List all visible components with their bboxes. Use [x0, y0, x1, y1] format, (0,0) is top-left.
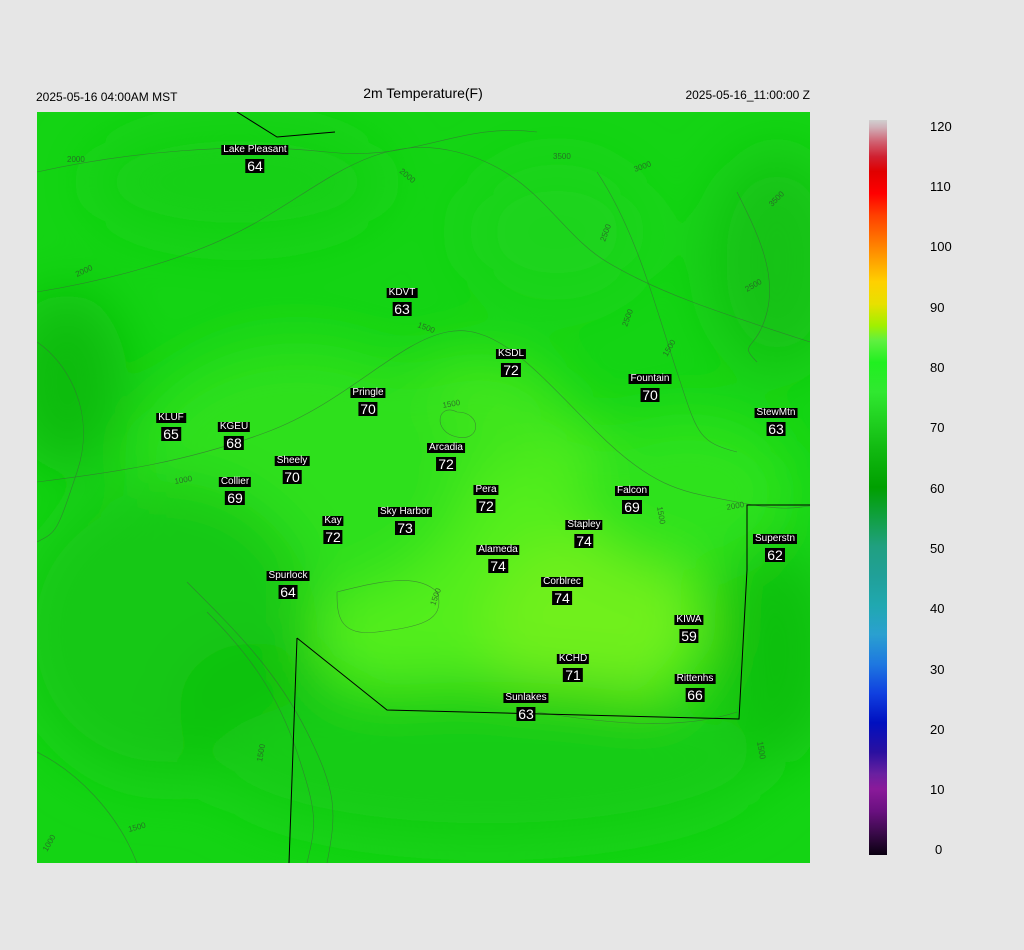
station-collier[interactable]: Collier 69: [218, 471, 252, 506]
station-pringle[interactable]: Pringle 70: [350, 382, 386, 417]
station-lake-pleasant[interactable]: Lake Pleasant 64: [221, 139, 289, 174]
colorbar-tick: 110: [930, 179, 951, 194]
station-value: 64: [245, 158, 265, 174]
station-superstn[interactable]: Superstn 62: [752, 528, 798, 563]
station-value: 73: [395, 520, 415, 536]
colorbar-tick: 70: [930, 420, 945, 435]
colorbar-tick: 60: [930, 481, 945, 496]
station-name: KGEU: [217, 421, 251, 432]
station-alameda[interactable]: Alameda 74: [476, 539, 520, 574]
station-kchd[interactable]: KCHD 71: [556, 648, 590, 683]
station-name: Rittenhs: [674, 673, 716, 684]
station-value: 68: [224, 435, 244, 451]
station-value: 62: [765, 547, 785, 563]
station-value: 69: [622, 499, 642, 515]
station-value: 65: [161, 426, 181, 442]
station-rittenhs[interactable]: Rittenhs 66: [674, 668, 716, 703]
station-falcon[interactable]: Falcon 69: [614, 480, 650, 515]
colorbar-tick: 20: [930, 722, 945, 737]
station-value: 64: [278, 584, 298, 600]
colorbar-tick: 0: [935, 842, 943, 857]
contour-label: 2000: [67, 155, 85, 164]
station-corblrec[interactable]: Corblrec 74: [541, 571, 583, 605]
station-name: Sunlakes: [503, 692, 549, 703]
colorbar-tick: 50: [930, 541, 945, 556]
station-ksdl[interactable]: KSDL 72: [495, 343, 527, 378]
station-name: Spurlock: [266, 570, 310, 581]
valid-time-utc: 2025-05-16_11:00:00 Z: [685, 88, 810, 102]
station-spurlock[interactable]: Spurlock 64: [266, 565, 310, 600]
station-name: Sheely: [274, 455, 310, 466]
station-name: StewMtn: [754, 407, 798, 418]
colorbar-tick: 40: [930, 601, 945, 616]
station-name: KLUF: [156, 412, 186, 423]
station-value: 74: [574, 533, 594, 549]
station-value: 72: [436, 456, 456, 472]
station-value: 59: [679, 628, 699, 644]
station-name: Alameda: [476, 544, 520, 555]
station-value: 63: [516, 706, 536, 722]
colorbar-tick: 120: [930, 119, 952, 134]
colorbar-tick: 30: [930, 662, 945, 677]
station-value: 71: [563, 667, 583, 683]
station-kay[interactable]: Kay 72: [322, 510, 344, 545]
colorbar-tick: 80: [930, 360, 945, 375]
station-name: Falcon: [614, 485, 650, 496]
station-stewmtn[interactable]: StewMtn 63: [754, 402, 798, 437]
station-name: Pringle: [350, 387, 386, 398]
station-kgeu[interactable]: KGEU 68: [217, 416, 251, 451]
station-name: KCHD: [556, 653, 590, 664]
station-value: 70: [640, 387, 660, 403]
station-value: 74: [552, 590, 572, 606]
colorbar-tick: 100: [930, 239, 952, 254]
station-name: Arcadia: [427, 442, 465, 453]
station-name: Pera: [473, 484, 499, 495]
station-value: 66: [685, 687, 705, 703]
station-value: 72: [476, 498, 496, 514]
station-fountain[interactable]: Fountain 70: [628, 368, 672, 403]
station-name: Corblrec: [541, 576, 583, 587]
station-value: 63: [766, 421, 786, 437]
station-kluf[interactable]: KLUF 65: [156, 407, 186, 441]
station-name: Superstn: [752, 533, 798, 544]
temperature-colorbar: [869, 120, 887, 855]
station-sky-harbor[interactable]: Sky Harbor 73: [377, 501, 433, 536]
station-value: 63: [392, 301, 412, 317]
station-name: Collier: [218, 476, 252, 487]
colorbar-tick: 10: [930, 782, 945, 797]
station-arcadia[interactable]: Arcadia 72: [427, 437, 465, 471]
temperature-field: 2000 2000 3500 3000 2500 3500 2500 2000 …: [37, 112, 810, 863]
station-name: Lake Pleasant: [221, 144, 289, 155]
station-sunlakes[interactable]: Sunlakes 63: [503, 687, 549, 722]
station-value: 72: [501, 362, 521, 378]
station-value: 69: [225, 490, 245, 506]
colorbar-tick: 90: [930, 300, 945, 315]
contour-label: 3500: [553, 152, 571, 161]
station-pera[interactable]: Pera 72: [473, 479, 499, 514]
station-kiwa[interactable]: KIWA 59: [674, 609, 704, 644]
station-name: KSDL: [495, 348, 527, 359]
station-stapley[interactable]: Stapley 74: [565, 514, 603, 549]
station-value: 72: [323, 529, 343, 545]
temperature-map: 2000 2000 3500 3000 2500 3500 2500 2000 …: [37, 112, 810, 863]
station-value: 70: [358, 401, 378, 417]
station-value: 74: [488, 558, 508, 574]
station-name: Fountain: [628, 373, 672, 384]
station-kdvt[interactable]: KDVT 63: [386, 282, 418, 317]
station-sheely[interactable]: Sheely 70: [274, 450, 310, 485]
station-name: Sky Harbor: [377, 506, 433, 517]
station-value: 70: [282, 469, 302, 485]
station-name: KDVT: [386, 287, 418, 298]
station-name: Stapley: [565, 519, 603, 530]
station-name: Kay: [322, 515, 344, 526]
station-name: KIWA: [674, 614, 704, 625]
